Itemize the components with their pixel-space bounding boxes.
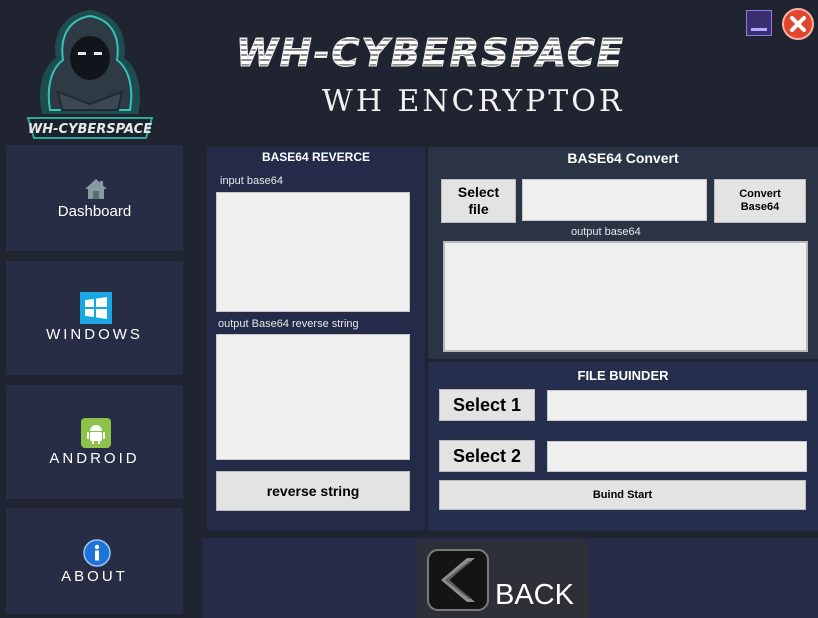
sidebar-item-android[interactable]: ANDROID	[6, 385, 183, 499]
close-button[interactable]	[782, 8, 814, 40]
select-1-button[interactable]: Select 1	[439, 389, 535, 421]
reverse-string-button[interactable]: reverse string	[216, 471, 410, 511]
back-label: BACK	[495, 579, 574, 611]
app-title: WH ENCRYPTOR	[322, 84, 625, 119]
sidebar-item-label: ABOUT	[61, 568, 128, 585]
base64-convert-panel: BASE64 Convert Select file Convert Base6…	[428, 147, 818, 359]
minimize-icon	[751, 28, 767, 31]
convert-base64-button[interactable]: Convert Base64	[714, 179, 806, 223]
input-label: input base64	[220, 175, 283, 187]
panel-title: BASE64 REVERCE	[261, 150, 371, 164]
select-2-input[interactable]	[547, 441, 807, 472]
output-label: output Base64 reverse string	[218, 318, 359, 330]
panel-title: BASE64 Convert	[567, 150, 679, 166]
select-1-input[interactable]	[547, 390, 807, 421]
sidebar-item-label: Dashboard	[57, 203, 132, 220]
bind-start-button[interactable]: Buind Start	[439, 480, 806, 510]
base64-reverse-panel: BASE64 REVERCE input base64 output Base6…	[207, 147, 425, 531]
close-icon	[782, 8, 814, 40]
windows-icon	[80, 292, 112, 324]
brand-title: WH-CYBERSPACE	[236, 26, 726, 80]
back-button[interactable]: BACK	[417, 541, 589, 618]
logo-text: WH-CYBERSPACE	[28, 122, 152, 137]
select-file-button[interactable]: Select file	[441, 179, 516, 223]
panel-title: FILE BUINDER	[577, 368, 669, 383]
minimize-button[interactable]	[746, 10, 772, 36]
android-icon	[81, 418, 111, 448]
output-base64-textarea[interactable]	[443, 241, 808, 352]
output-label: output base64	[571, 226, 641, 238]
sidebar-item-windows[interactable]: WINDOWS	[6, 261, 183, 375]
output-reverse-textarea[interactable]	[216, 334, 410, 460]
file-path-input[interactable]	[522, 179, 707, 221]
sidebar-item-label: ANDROID	[49, 450, 140, 467]
chevron-left-icon	[427, 549, 489, 611]
info-icon	[83, 539, 111, 567]
sidebar-item-label: WINDOWS	[46, 326, 143, 343]
select-2-button[interactable]: Select 2	[439, 440, 535, 472]
input-base64-textarea[interactable]	[216, 192, 410, 312]
sidebar-item-about[interactable]: ABOUT	[6, 508, 183, 614]
logo: WH-CYBERSPACE	[22, 6, 158, 140]
sidebar-item-dashboard[interactable]: Dashboard	[6, 145, 183, 251]
file-binder-panel: FILE BUINDER Select 1 Select 2 Buind Sta…	[428, 362, 818, 531]
home-icon	[85, 179, 107, 199]
